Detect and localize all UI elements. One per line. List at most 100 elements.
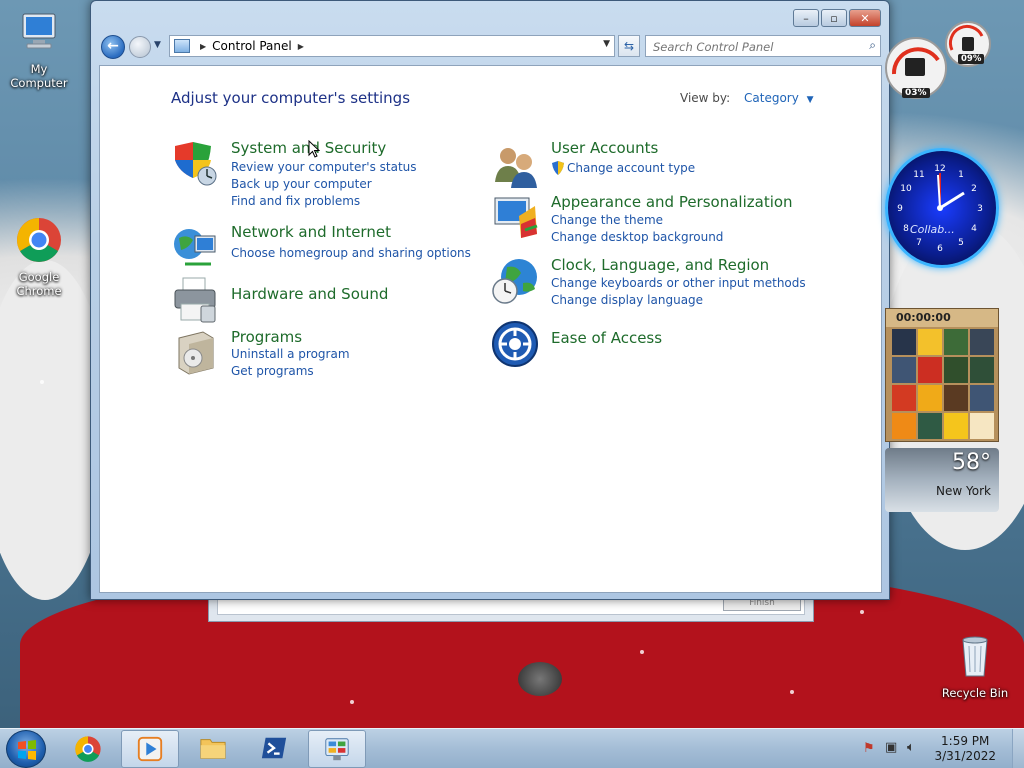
search-input[interactable] (646, 37, 856, 57)
svg-text:1: 1 (958, 170, 964, 180)
category-sub-link[interactable]: Back up your computer (231, 177, 372, 191)
svg-text:9: 9 (897, 204, 903, 214)
taskbar-explorer-button[interactable] (184, 730, 242, 768)
category-sub-link[interactable]: Change desktop background (551, 230, 723, 244)
control-panel-window[interactable]: – ▫ ✕ ← ▼ ▶ Control Panel ▶ ▼ ⇆ ⌕ Adjust… (90, 0, 890, 600)
refresh-button[interactable]: ⇆ (618, 35, 640, 57)
volume-icon[interactable]: 🔈︎ (907, 740, 915, 755)
windows-logo-icon (18, 740, 36, 760)
control-panel-icon (174, 39, 190, 53)
users-icon (495, 148, 537, 188)
printer-icon (174, 277, 216, 323)
network-icon[interactable]: ▣ (885, 740, 897, 755)
category-sub-link[interactable]: Uninstall a program (231, 347, 350, 361)
category-sub-link[interactable]: Choose homegroup and sharing options (231, 246, 471, 260)
breadcrumb-control-panel[interactable]: Control Panel (212, 39, 292, 53)
category-title-link[interactable]: Hardware and Sound (231, 285, 388, 303)
category-title-link[interactable]: Ease of Access (551, 329, 662, 347)
wallpaper-snow (350, 700, 354, 704)
address-dropdown-icon[interactable]: ▼ (603, 39, 610, 49)
weather-gadget[interactable]: 58° New York (885, 448, 999, 512)
search-icon[interactable]: ⌕ (869, 38, 876, 53)
category-sub-link[interactable]: Change the theme (551, 213, 663, 227)
category-sub-link[interactable]: Change display language (551, 293, 703, 307)
show-desktop-button[interactable] (1012, 729, 1024, 768)
weather-temperature: 58° (952, 450, 991, 475)
clock-gadget[interactable]: 12 1 2 345 678 9 10 11 Collab... (885, 148, 999, 268)
wallpaper-snow (40, 380, 44, 384)
recent-pages-button[interactable]: ▼ (154, 39, 166, 51)
desktop-icon-label: Google Chrome (16, 270, 62, 298)
category-title-link[interactable]: Programs (231, 328, 302, 346)
svg-text:4: 4 (971, 224, 977, 234)
ease-of-access-icon (492, 321, 538, 367)
chrome-icon (75, 736, 101, 762)
desktop-icon-my-computer[interactable]: My Computer (1, 8, 77, 90)
forward-button[interactable] (129, 36, 151, 58)
mouse-cursor-icon (308, 140, 320, 158)
page-title: Adjust your computer's settings (171, 89, 411, 107)
address-bar[interactable]: ▶ Control Panel ▶ ▼ (169, 35, 615, 57)
cpu-meter-gadget[interactable]: 03% 09% (884, 10, 1004, 105)
view-by-dropdown[interactable]: Category (744, 91, 799, 105)
svg-text:6: 6 (937, 244, 943, 254)
clock-face-icon: 1212 345 678 91011 (897, 164, 983, 254)
memory-usage-readout: 09% (958, 54, 985, 64)
media-player-icon (137, 736, 163, 762)
search-box[interactable]: ⌕ (645, 35, 881, 57)
category-sub-link[interactable]: Find and fix problems (231, 194, 360, 208)
control-panel-content: Adjust your computer's settings View by:… (99, 65, 882, 593)
system-clock[interactable]: 1:59 PM 3/31/2022 (934, 734, 996, 764)
category-sub-link[interactable]: Review your computer's status (231, 160, 417, 174)
wallpaper-coat-button (518, 662, 562, 696)
view-by-label: View by: (680, 91, 731, 105)
control-panel-icon (325, 738, 349, 761)
svg-text:8: 8 (903, 224, 909, 234)
minimize-button[interactable]: – (793, 9, 819, 27)
desktop-icon-google-chrome[interactable]: Google Chrome (1, 216, 77, 298)
view-by: View by: Category ▼ (680, 91, 814, 105)
taskbar-powershell-button[interactable] (246, 730, 304, 768)
chevron-down-icon[interactable]: ▼ (807, 95, 814, 105)
breadcrumb-chevron-icon[interactable]: ▶ (200, 42, 206, 51)
taskbar-media-player-button[interactable] (121, 730, 179, 768)
taskbar-control-panel-button[interactable] (308, 730, 366, 768)
desktop-icon-recycle-bin[interactable]: Recycle Bin (936, 632, 1014, 700)
category-title-link[interactable]: Appearance and Personalization (551, 193, 793, 211)
svg-text:5: 5 (958, 238, 964, 248)
category-sub-link[interactable]: Change account type (567, 161, 695, 175)
desktop-icon-label: My Computer (10, 62, 68, 90)
svg-text:12: 12 (934, 164, 945, 174)
picture-puzzle-gadget[interactable]: 00:00:00 (885, 308, 999, 442)
system-tray: ⚑ ▣ 🔈︎ 1:59 PM 3/31/2022 (859, 729, 1024, 768)
puzzle-tiles[interactable] (892, 329, 994, 439)
powershell-icon (261, 737, 287, 759)
navigation-bar: ← ▼ ▶ Control Panel ▶ ▼ ⇆ ⌕ (99, 33, 881, 61)
wallpaper-snow (860, 610, 864, 614)
chrome-icon (17, 218, 61, 262)
svg-text:2: 2 (971, 184, 977, 194)
taskbar-chrome-button[interactable] (60, 730, 118, 768)
cpu-usage-readout: 03% (902, 88, 930, 98)
svg-text:7: 7 (916, 238, 922, 248)
action-center-icon[interactable]: ⚑ (863, 741, 875, 756)
refresh-icon: ⇆ (623, 39, 635, 53)
category-sub-link[interactable]: Change keyboards or other input methods (551, 276, 806, 290)
clock-gadget-label: Collab... (910, 223, 955, 236)
svg-text:10: 10 (900, 184, 912, 194)
wallpaper-snow (640, 650, 644, 654)
close-button[interactable]: ✕ (849, 9, 881, 27)
category-title-link[interactable]: User Accounts (551, 139, 658, 157)
category-sub-link[interactable]: Get programs (231, 364, 314, 378)
category-title-link[interactable]: Network and Internet (231, 223, 391, 241)
clock-date: 3/31/2022 (934, 749, 996, 763)
maximize-button[interactable]: ▫ (821, 9, 847, 27)
back-button[interactable]: ← (101, 35, 125, 59)
globe-clock-icon (492, 259, 537, 304)
start-button[interactable] (6, 730, 46, 768)
back-arrow-icon: ← (107, 38, 119, 54)
category-title-link[interactable]: Clock, Language, and Region (551, 256, 769, 274)
programs-box-icon (178, 331, 214, 375)
breadcrumb-chevron-icon[interactable]: ▶ (298, 42, 304, 51)
clock-time: 1:59 PM (941, 734, 990, 748)
